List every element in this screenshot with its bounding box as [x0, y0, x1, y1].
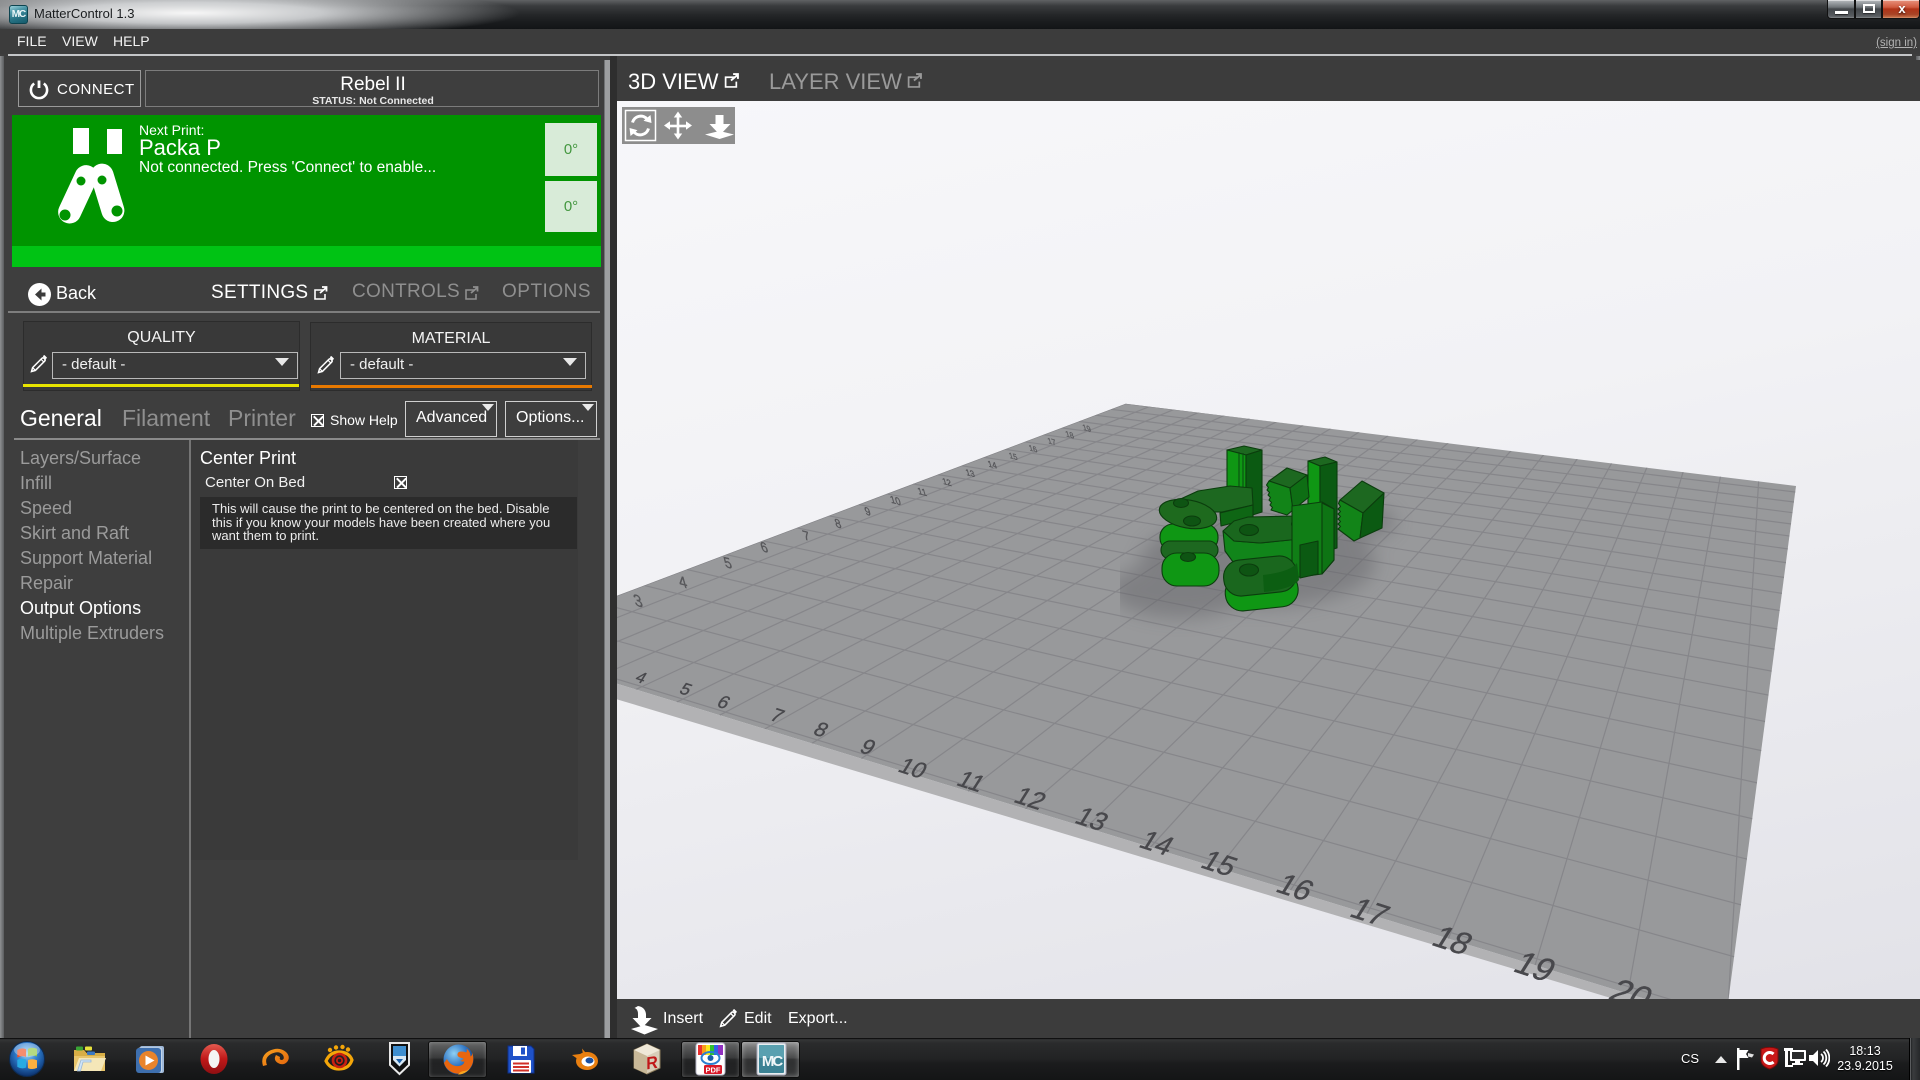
- svg-text:MC: MC: [762, 1053, 783, 1070]
- svg-text:PDF: PDF: [706, 1066, 721, 1075]
- svg-text:R: R: [646, 1052, 658, 1073]
